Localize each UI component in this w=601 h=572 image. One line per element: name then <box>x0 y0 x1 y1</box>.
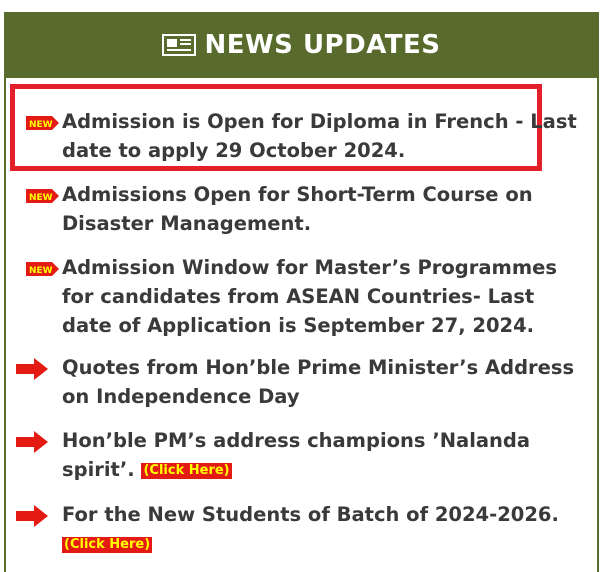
new-badge-icon: NEW <box>26 116 59 130</box>
click-here-link[interactable]: (Click Here) <box>62 537 153 553</box>
red-arrow-icon <box>16 505 48 527</box>
news-updates-title: NEWS UPDATES <box>204 30 441 60</box>
news-item-link[interactable]: Hon’ble PM’s address champions ’Nalanda … <box>62 429 530 481</box>
news-item-text: Hon’ble PM’s address champions ’Nalanda … <box>62 426 577 484</box>
svg-text:NEW: NEW <box>29 266 53 276</box>
svg-text:NEW: NEW <box>29 120 53 130</box>
news-item-link[interactable]: Admission Window for Master’s Programmes… <box>62 253 577 340</box>
newspaper-icon <box>162 34 197 56</box>
new-badge-icon: NEW <box>26 189 59 203</box>
news-item-link[interactable]: Admission is Open for Diploma in French … <box>62 107 577 165</box>
news-item-text: For the New Students of Batch of 2024-20… <box>62 500 577 558</box>
red-arrow-icon <box>16 358 48 380</box>
news-item-link[interactable]: Quotes from Hon’ble Prime Minister’s Add… <box>62 353 577 411</box>
new-badge-icon: NEW <box>26 262 59 276</box>
news-updates-header: NEWS UPDATES <box>4 12 599 78</box>
news-item-link[interactable]: Admissions Open for Short-Term Course on… <box>62 180 577 238</box>
red-arrow-icon <box>16 431 48 453</box>
news-item-link[interactable]: For the New Students of Batch of 2024-20… <box>62 503 559 526</box>
svg-text:NEW: NEW <box>29 193 53 203</box>
click-here-link[interactable]: (Click Here) <box>141 463 232 479</box>
